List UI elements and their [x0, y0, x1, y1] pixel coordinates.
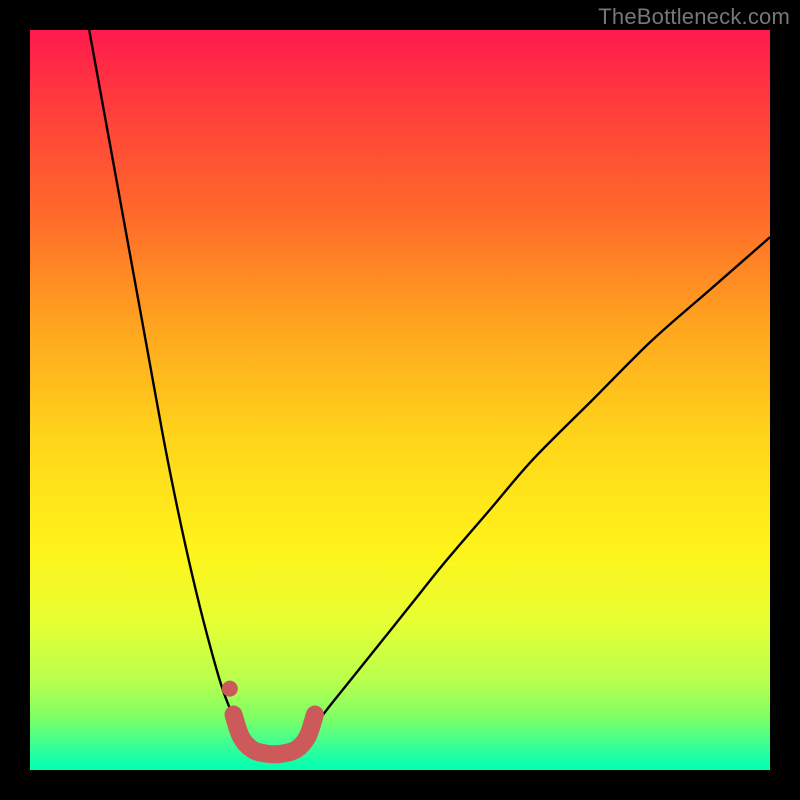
watermark-text: TheBottleneck.com	[598, 4, 790, 30]
highlight-dot	[222, 681, 238, 697]
curve-layer	[30, 30, 770, 770]
chart-frame: TheBottleneck.com	[0, 0, 800, 800]
trough-highlight-path	[234, 715, 315, 755]
plot-area	[30, 30, 770, 770]
right-curve-path	[304, 237, 770, 740]
left-curve-path	[89, 30, 248, 748]
